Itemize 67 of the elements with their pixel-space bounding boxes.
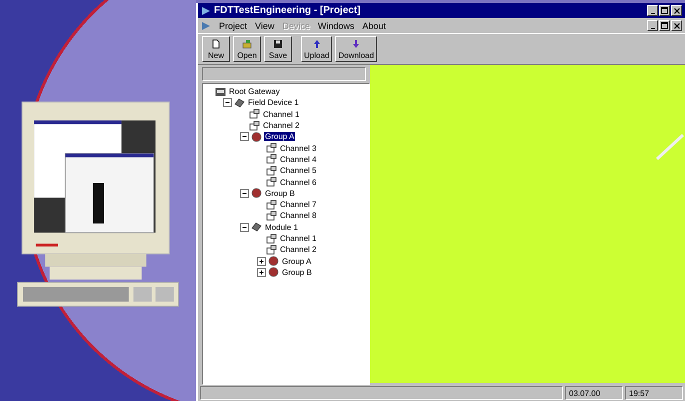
tree-item[interactable]: Group A: [264, 132, 296, 142]
tree-item[interactable]: Channel 1: [262, 110, 300, 119]
tree-item[interactable]: Channel 3: [279, 144, 318, 153]
app-icon: [201, 6, 211, 16]
toolbar-button[interactable]: New: [202, 36, 230, 62]
maximize-button[interactable]: [659, 5, 670, 16]
channel-icon: [249, 109, 260, 120]
tree-item[interactable]: Channel 4: [279, 154, 318, 164]
group-icon: [251, 188, 262, 198]
close-icon: [674, 22, 680, 28]
device-icon: [251, 222, 262, 232]
window-title: FDTTestEngineering - [Project]: [214, 5, 360, 16]
menu-item[interactable]: View: [255, 20, 274, 30]
tree-item[interactable]: Group B: [281, 268, 313, 277]
channel-icon: [266, 143, 277, 154]
menu-item[interactable]: Project: [219, 20, 248, 30]
document-icon: [201, 20, 211, 30]
expander-icon[interactable]: [240, 222, 249, 232]
group-icon: [268, 256, 279, 266]
up-arrow-icon: [312, 38, 322, 48]
tree-item[interactable]: Channel 6: [279, 178, 318, 187]
close-button[interactable]: [671, 20, 682, 31]
channel-icon: [249, 120, 260, 131]
tree-item[interactable]: Channel 7: [279, 200, 318, 210]
tree-item[interactable]: Channel 1: [279, 234, 318, 243]
close-button[interactable]: [671, 5, 682, 16]
minimize-button[interactable]: [647, 20, 658, 31]
restore-button[interactable]: [659, 20, 670, 31]
tree-item[interactable]: Field Device 1: [247, 98, 300, 108]
menu-item[interactable]: Windows: [318, 20, 354, 30]
close-icon: [674, 8, 680, 14]
expander-icon[interactable]: [257, 256, 266, 266]
tree-item[interactable]: Channel 8: [279, 211, 318, 220]
group-icon: [251, 132, 262, 142]
tree-item[interactable]: Group B: [264, 188, 296, 198]
toolbar-button[interactable]: Upload: [301, 36, 332, 62]
toolbar-button[interactable]: Open: [233, 36, 261, 62]
status-date: 03.07.00: [565, 386, 623, 400]
gateway-icon: [215, 86, 226, 97]
expander-icon[interactable]: [223, 98, 232, 108]
expander-icon[interactable]: [257, 268, 266, 277]
channel-icon: [266, 166, 277, 176]
tree-item[interactable]: Root Gateway: [228, 87, 281, 96]
tree-item[interactable]: Module 1: [264, 222, 299, 232]
channel-icon: [266, 154, 277, 164]
tree-item[interactable]: Group A: [281, 256, 312, 266]
expander-icon[interactable]: [240, 132, 249, 142]
group-icon: [268, 267, 279, 278]
expander-icon[interactable]: [240, 188, 249, 198]
channel-icon: [266, 177, 277, 188]
channel-icon: [266, 200, 277, 210]
minimize-button[interactable]: [647, 5, 658, 16]
status-time: 19:57: [625, 386, 683, 400]
toolbar-button[interactable]: Download: [335, 36, 377, 62]
tree-item[interactable]: Channel 5: [279, 166, 318, 176]
page-icon: [211, 38, 221, 48]
tree-item[interactable]: Channel 2: [262, 121, 300, 130]
channel-icon: [266, 234, 277, 244]
device-icon: [234, 98, 245, 108]
channel-icon: [266, 244, 277, 255]
line-mark: [655, 133, 685, 161]
down-arrow-icon: [351, 38, 362, 48]
tree-item[interactable]: Channel 2: [279, 245, 318, 254]
toolbar-button[interactable]: Save: [264, 36, 292, 62]
menu-item[interactable]: About: [362, 20, 386, 30]
channel-icon: [266, 210, 277, 221]
folder-icon: [242, 38, 252, 48]
